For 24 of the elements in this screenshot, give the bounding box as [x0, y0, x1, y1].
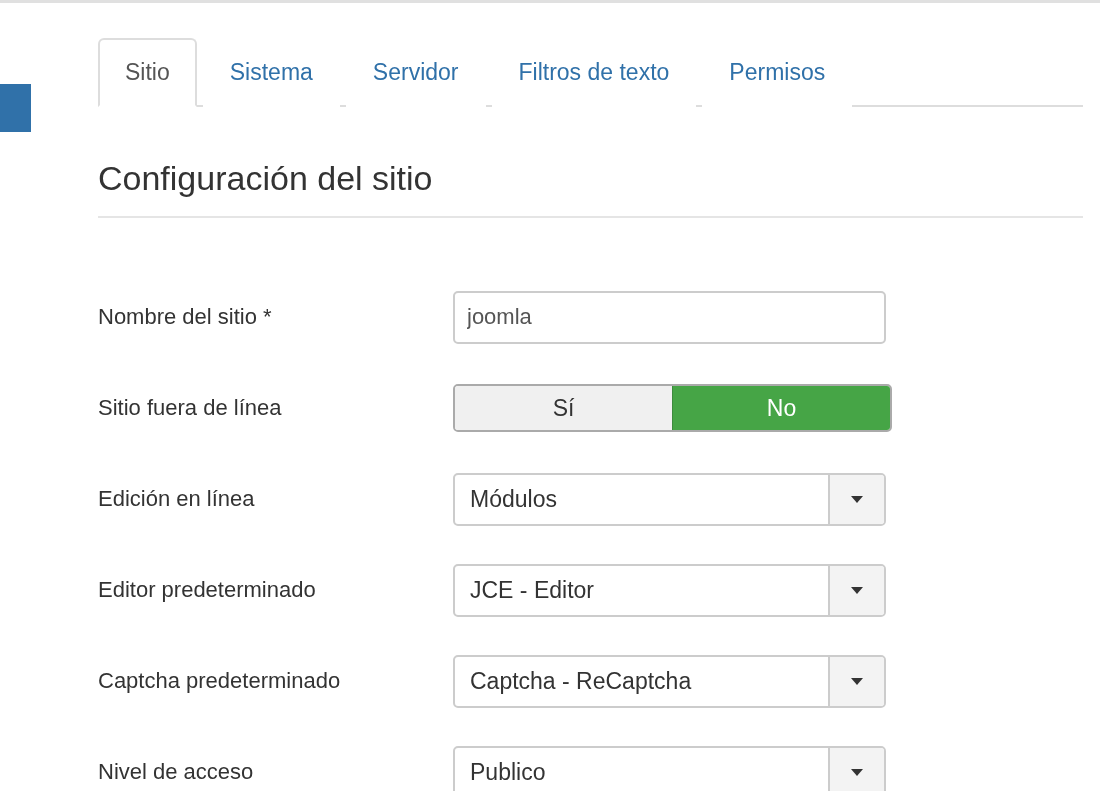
- dropdown[interactable]: Captcha - ReCaptcha: [453, 654, 886, 708]
- field-label: Nombre del sitio *: [98, 304, 273, 330]
- text-field[interactable]: joomla: [453, 290, 886, 344]
- dropdown[interactable]: JCE - Editor: [453, 563, 886, 617]
- dropdown-value: JCE - Editor: [469, 575, 595, 605]
- section-heading: Configuración del sitio: [98, 159, 1083, 218]
- caret-icon: [851, 586, 863, 594]
- dropdown-value: Captcha - ReCaptcha: [469, 666, 693, 696]
- field-label: Editor predeterminado: [98, 577, 317, 603]
- tab[interactable]: Sitio: [98, 38, 197, 107]
- field-label: Edición en línea: [98, 486, 256, 512]
- dropdown-value: Publico: [469, 757, 547, 787]
- caret-icon: [851, 677, 863, 685]
- dropdown[interactable]: Módulos: [453, 472, 886, 526]
- toggle-switch[interactable]: Sí No: [453, 384, 892, 432]
- dropdown-value: Módulos: [469, 484, 558, 514]
- caret-icon: [851, 768, 863, 776]
- toggle-option[interactable]: Sí: [455, 386, 672, 430]
- field-label: Nivel de acceso: [98, 759, 255, 785]
- field-label: Sitio fuera de línea: [98, 395, 283, 421]
- sidebar-marker: [0, 84, 31, 132]
- field-label: Captcha predeterminado: [98, 668, 342, 694]
- dropdown[interactable]: Publico: [453, 745, 886, 791]
- caret-icon: [851, 495, 863, 503]
